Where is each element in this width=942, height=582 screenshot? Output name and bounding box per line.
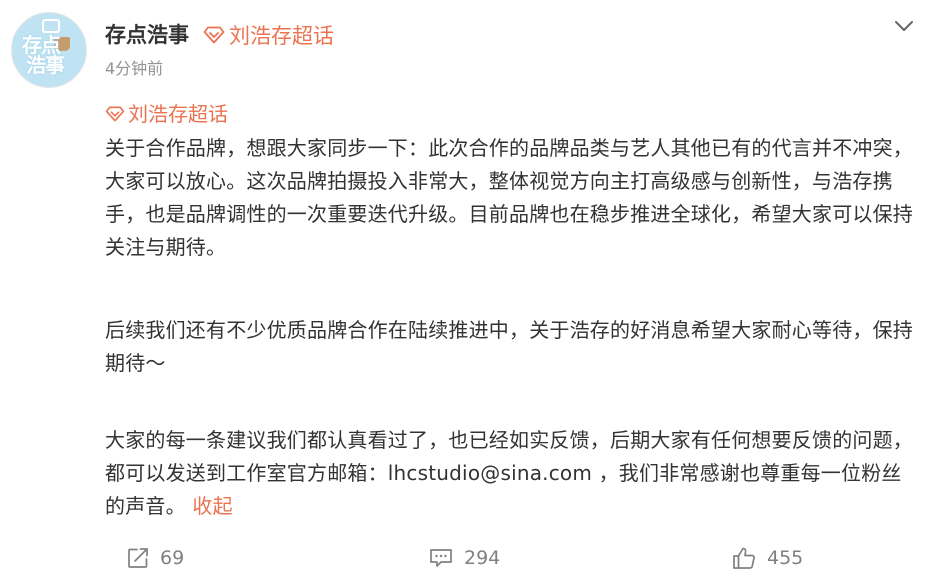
chevron-down-icon[interactable] — [890, 14, 918, 38]
repost-button[interactable]: 69 — [126, 540, 184, 576]
avatar-decoration — [42, 19, 60, 33]
comment-count: 294 — [464, 547, 501, 569]
comment-button[interactable]: 294 — [428, 540, 500, 576]
supertopic-link-label: 刘浩存超话 — [128, 102, 228, 126]
post-timestamp[interactable]: 4分钟前 — [105, 58, 163, 80]
weibo-post-card: 存点 浩事 存点浩事 刘浩存超话 4分钟前 刘浩存超话 关于合作品牌，想跟大家同… — [0, 0, 942, 582]
avatar[interactable]: 存点 浩事 — [11, 12, 87, 88]
diamond-icon — [203, 26, 225, 44]
supertopic-link[interactable]: 刘浩存超话 — [105, 100, 228, 128]
diamond-icon — [105, 106, 125, 122]
avatar-text: 浩事 — [26, 53, 65, 77]
thumbs-up-icon — [733, 547, 755, 569]
supertopic-tag[interactable]: 刘浩存超话 — [203, 20, 334, 50]
like-count: 455 — [767, 547, 804, 569]
share-icon — [128, 548, 148, 568]
post-paragraph: 大家的每一条建议我们都认真看过了，也已经如实反馈，后期大家有任何想要反馈的问题，… — [105, 424, 920, 523]
post-paragraph: 后续我们还有不少优质品牌合作在陆续推进中，关于浩存的好消息希望大家耐心等待，保持… — [105, 318, 913, 375]
repost-count: 69 — [160, 547, 185, 569]
post-actions: 69 294 455 — [0, 540, 942, 576]
avatar-text: 存点 — [22, 33, 61, 57]
post-paragraph: 关于合作品牌，想跟大家同步一下：此次合作的品牌品类与艺人其他已有的代言并不冲突，… — [105, 136, 913, 259]
collapse-link[interactable]: 收起 — [192, 494, 232, 518]
supertopic-label: 刘浩存超话 — [229, 24, 334, 48]
username[interactable]: 存点浩事 — [105, 20, 189, 50]
comment-icon — [430, 549, 452, 567]
like-button[interactable]: 455 — [731, 540, 803, 576]
